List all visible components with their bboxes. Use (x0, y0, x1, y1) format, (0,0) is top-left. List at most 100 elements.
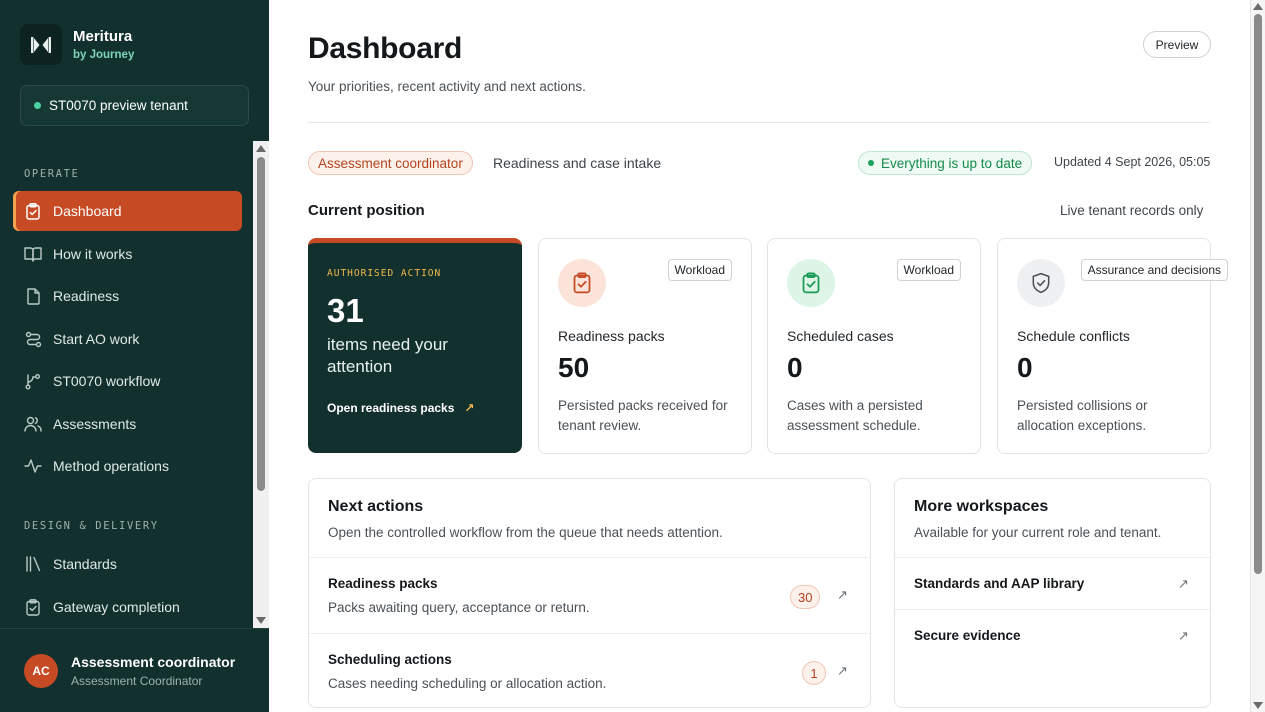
clipboard-check-icon (787, 259, 835, 307)
card-description: Persisted collisions or allocation excep… (1017, 398, 1148, 433)
card-description: Cases with a persisted assessment schedu… (787, 398, 923, 433)
metric-card-scheduled-cases[interactable]: Workload Scheduled cases 0 Cases with a … (767, 238, 981, 454)
sidebar-item-assessments[interactable]: Assessments (13, 404, 242, 444)
user-name: Assessment coordinator (71, 654, 236, 670)
row-subtitle: Cases needing scheduling or allocation a… (328, 676, 607, 691)
brand[interactable]: Meritura by Journey (20, 24, 134, 65)
more-workspaces-subtitle: Available for your current role and tena… (914, 525, 1162, 540)
tenant-status-dot (34, 102, 41, 109)
sidebar-scrollbar-thumb[interactable] (257, 157, 265, 491)
count-badge: 1 (802, 661, 826, 685)
sidebar-item-label: Dashboard (53, 203, 122, 219)
arrow-up-right-icon: ↗ (1178, 576, 1189, 591)
card-tag: Workload (667, 259, 732, 281)
sidebar-item-dashboard[interactable]: Dashboard (13, 191, 242, 231)
role-description: Readiness and case intake (493, 155, 662, 171)
tenant-label: ST0070 preview tenant (49, 98, 188, 113)
sidebar-item-standards[interactable]: Standards (13, 544, 242, 584)
divider (308, 122, 1210, 123)
arrow-up-right-icon: ↗ (1178, 628, 1189, 643)
shield-check-icon (1017, 259, 1065, 307)
brand-subtitle: by Journey (73, 48, 135, 61)
arrow-up-right-icon: ↗ (837, 663, 848, 678)
sidebar-nav: OPERATE Dashboard How it works Readiness… (0, 141, 253, 628)
status-text: Everything is up to date (881, 155, 1023, 171)
card-title: Scheduled cases (787, 328, 894, 344)
book-open-icon (24, 245, 42, 263)
section-label-design-delivery: DESIGN & DELIVERY (24, 520, 159, 532)
sidebar-item-label: ST0070 workflow (53, 373, 161, 389)
preview-button[interactable]: Preview (1143, 31, 1211, 58)
activity-icon (24, 457, 42, 475)
sidebar-item-label: How it works (53, 246, 133, 262)
role-badge: Assessment coordinator (308, 151, 473, 175)
sidebar-item-readiness[interactable]: Readiness (13, 276, 242, 316)
scroll-down-arrow-icon[interactable] (256, 617, 266, 624)
scroll-down-arrow-icon[interactable] (1253, 702, 1263, 709)
hero-link-label: Open readiness packs (327, 401, 455, 415)
section-label-operate: OPERATE (24, 168, 80, 180)
next-actions-subtitle: Open the controlled workflow from the qu… (328, 525, 723, 540)
row-title: Secure evidence (914, 628, 1021, 643)
hero-eyebrow: AUTHORISED ACTION (327, 268, 442, 279)
sidebar-item-st0070-workflow[interactable]: ST0070 workflow (13, 361, 242, 401)
more-workspaces-panel: More workspaces Available for your curre… (894, 478, 1211, 708)
sidebar-item-label: Assessments (53, 416, 137, 432)
scroll-up-arrow-icon[interactable] (1253, 3, 1263, 10)
workflow-icon (24, 372, 42, 390)
avatar: AC (24, 654, 58, 688)
next-action-row-readiness-packs[interactable]: Readiness packs Packs awaiting query, ac… (309, 557, 870, 633)
main-content: Dashboard Your priorities, recent activi… (269, 0, 1250, 712)
sidebar-item-method-operations[interactable]: Method operations (13, 446, 242, 486)
live-records-note: Live tenant records only (1060, 203, 1204, 218)
clipboard-check-icon (24, 202, 42, 220)
next-action-row-scheduling-actions[interactable]: Scheduling actions Cases needing schedul… (309, 633, 870, 707)
page-subtitle: Your priorities, recent activity and nex… (308, 79, 586, 94)
row-title: Scheduling actions (328, 652, 452, 667)
sidebar-item-label: Method operations (53, 458, 169, 474)
hero-count: 31 (327, 292, 364, 329)
count-badge: 30 (790, 585, 821, 609)
meritura-logo-icon (20, 24, 62, 65)
last-updated: Updated 4 Sept 2026, 05:05 (1054, 155, 1211, 169)
page-title: Dashboard (308, 32, 462, 65)
users-icon (24, 415, 42, 433)
open-readiness-packs-link[interactable]: Open readiness packs ↗ (327, 401, 474, 415)
brand-name: Meritura (73, 27, 133, 45)
sidebar-item-start-ao-work[interactable]: Start AO work (13, 319, 242, 359)
card-tag: Assurance and decisions (1080, 259, 1228, 281)
scroll-up-arrow-icon[interactable] (256, 145, 266, 152)
next-actions-panel: Next actions Open the controlled workflo… (308, 478, 871, 708)
row-title: Standards and AAP library (914, 576, 1085, 591)
page-scrollbar-thumb[interactable] (1254, 14, 1262, 574)
card-value: 50 (558, 352, 590, 383)
metric-card-readiness-packs[interactable]: Workload Readiness packs 50 Persisted pa… (538, 238, 752, 454)
row-subtitle: Packs awaiting query, acceptance or retu… (328, 600, 590, 615)
library-icon (24, 555, 42, 573)
tenant-switcher[interactable]: ST0070 preview tenant (20, 85, 249, 126)
status-dot (868, 160, 874, 166)
document-icon (24, 287, 42, 305)
workspace-row-secure-evidence[interactable]: Secure evidence ↗ (895, 609, 1210, 661)
sidebar-item-gateway-completion[interactable]: Gateway completion (13, 587, 242, 627)
arrow-up-right-icon: ↗ (464, 401, 475, 415)
card-title: Schedule conflicts (1017, 328, 1130, 344)
sidebar-scrollbar[interactable] (253, 141, 269, 628)
user-profile[interactable]: AC Assessment coordinator Assessment Coo… (0, 628, 269, 712)
more-workspaces-title: More workspaces (914, 498, 1049, 515)
user-role: Assessment Coordinator (71, 674, 203, 688)
card-value: 0 (1017, 352, 1033, 383)
page-scrollbar[interactable] (1250, 0, 1265, 712)
current-position-title: Current position (308, 202, 425, 219)
authorised-action-card: AUTHORISED ACTION 31 items need your att… (308, 238, 522, 453)
metric-card-schedule-conflicts[interactable]: Assurance and decisions Schedule conflic… (997, 238, 1228, 454)
card-tag: Workload (896, 259, 961, 281)
route-icon (24, 330, 42, 348)
card-title: Readiness packs (558, 328, 665, 344)
arrow-up-right-icon: ↗ (837, 587, 848, 602)
sidebar-item-how-it-works[interactable]: How it works (13, 234, 242, 274)
next-actions-title: Next actions (328, 498, 424, 515)
sidebar-item-label: Gateway completion (53, 599, 180, 615)
row-title: Readiness packs (328, 576, 438, 591)
workspace-row-standards-library[interactable]: Standards and AAP library ↗ (895, 557, 1210, 609)
